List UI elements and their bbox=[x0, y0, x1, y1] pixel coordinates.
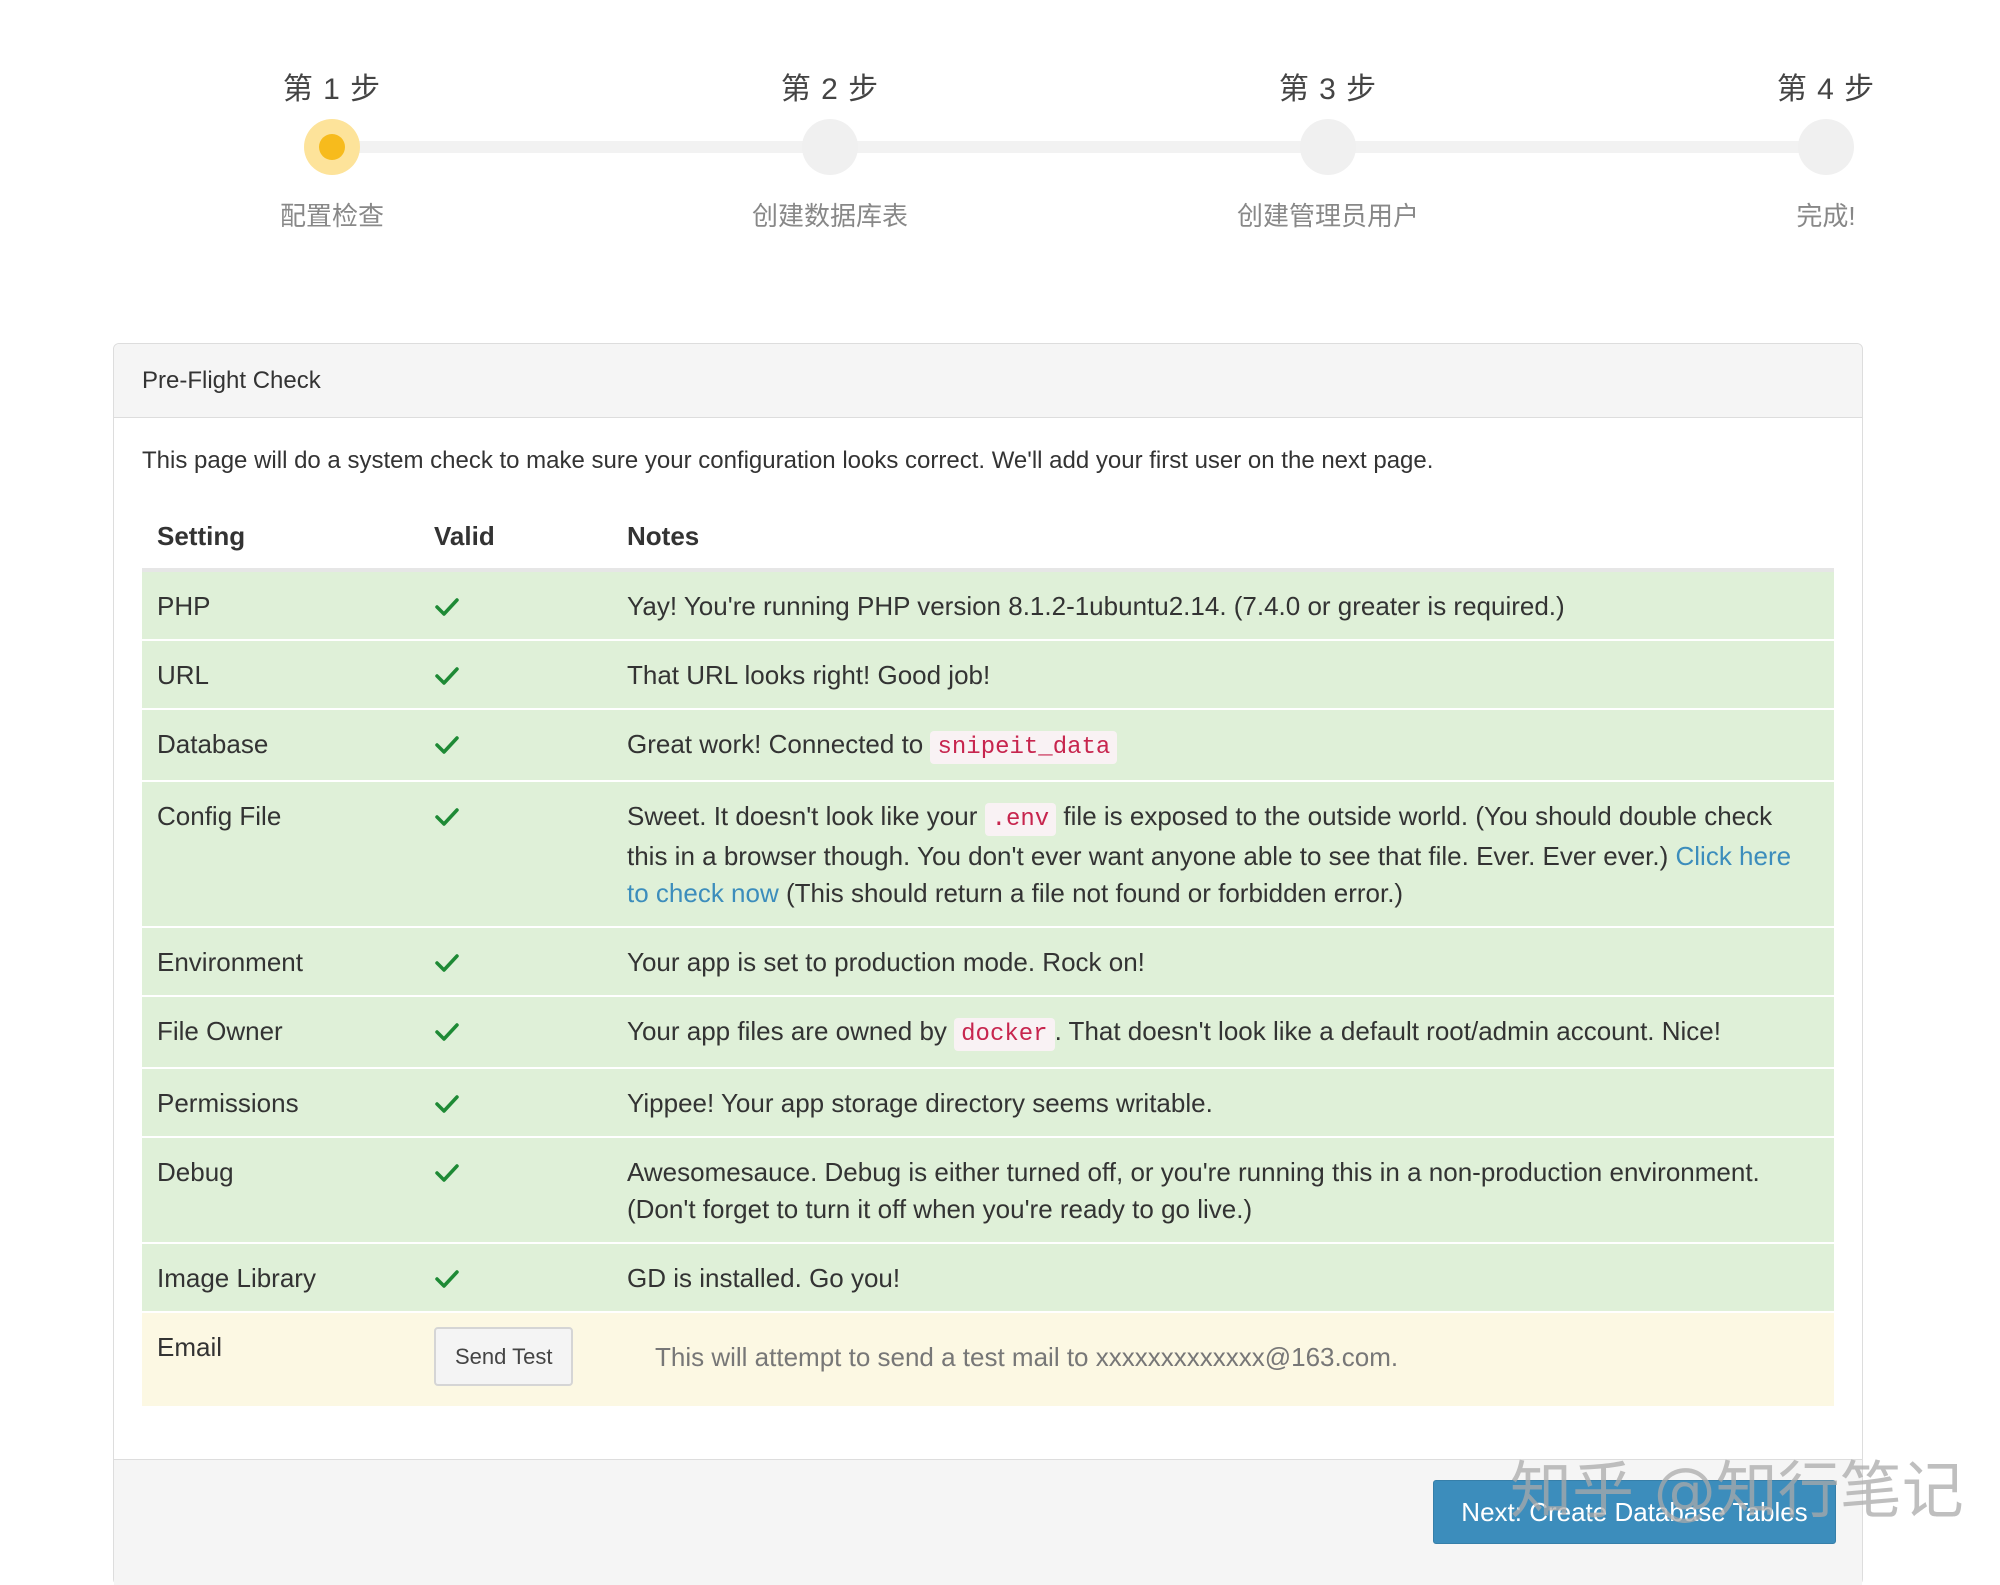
preflight-table: Setting Valid Notes PHP Yay! You're runn… bbox=[142, 504, 1834, 1406]
note-cell: Yay! You're running PHP version 8.1.2-1u… bbox=[612, 569, 1834, 640]
valid-cell bbox=[419, 708, 612, 781]
valid-cell bbox=[419, 780, 612, 927]
setting-cell: Config File bbox=[142, 780, 419, 927]
table-row: Environment Your app is set to productio… bbox=[142, 926, 1834, 996]
note-cell: GD is installed. Go you! bbox=[612, 1242, 1834, 1312]
valid-cell bbox=[419, 639, 612, 709]
note-text: (This should return a file not found or … bbox=[778, 878, 1404, 908]
intro-text: This page will do a system check to make… bbox=[142, 447, 1434, 474]
check-icon bbox=[435, 1095, 459, 1113]
table-row: File Owner Your app files are owned by d… bbox=[142, 995, 1834, 1068]
env-file-code: .env bbox=[984, 803, 1057, 836]
valid-cell bbox=[419, 926, 612, 996]
note-text: Your app files are owned by bbox=[627, 1016, 955, 1046]
column-header-notes: Notes bbox=[612, 504, 1834, 572]
setting-cell: Database bbox=[142, 708, 419, 781]
send-test-button[interactable]: Send Test bbox=[434, 1327, 574, 1386]
step-title: 第 2 步 bbox=[780, 73, 880, 106]
valid-cell bbox=[419, 1067, 612, 1137]
note-cell: Awesomesauce. Debug is either turned off… bbox=[612, 1136, 1834, 1243]
check-icon bbox=[435, 1270, 459, 1288]
email-note: This will attempt to send a test mail to… bbox=[655, 1342, 1399, 1372]
watermark: 知乎 @知行笔记 bbox=[1510, 1454, 1964, 1527]
step-label: 创建管理员用户 bbox=[1236, 201, 1419, 231]
note-cell: This will attempt to send a test mail to… bbox=[612, 1311, 1834, 1406]
panel-heading: Pre-Flight Check bbox=[114, 344, 1862, 418]
table-row: PHP Yay! You're running PHP version 8.1.… bbox=[142, 569, 1834, 640]
check-icon bbox=[435, 1164, 459, 1182]
stepper-track bbox=[332, 141, 1826, 153]
table-header-row: Setting Valid Notes bbox=[142, 504, 1834, 572]
column-header-valid: Valid bbox=[419, 504, 612, 572]
note-cell: Your app is set to production mode. Rock… bbox=[612, 926, 1834, 996]
note-text: . That doesn't look like a default root/… bbox=[1054, 1016, 1721, 1046]
valid-cell bbox=[419, 1242, 612, 1312]
setting-cell: Email bbox=[142, 1311, 419, 1406]
valid-cell bbox=[419, 995, 612, 1068]
check-icon bbox=[435, 808, 459, 826]
table-row: Image Library GD is installed. Go you! bbox=[142, 1242, 1834, 1312]
step-label: 完成! bbox=[1796, 201, 1856, 231]
table-row: Debug Awesomesauce. Debug is either turn… bbox=[142, 1136, 1834, 1243]
note-cell: Your app files are owned by docker. That… bbox=[612, 995, 1834, 1068]
setup-stepper: 第 1 步 配置检查 第 2 步 创建数据库表 第 3 步 创建管理员用户 第 … bbox=[0, 0, 2000, 260]
setting-cell: Image Library bbox=[142, 1242, 419, 1312]
check-icon bbox=[435, 1023, 459, 1041]
preflight-panel: Pre-Flight Check This page will do a sys… bbox=[113, 343, 1863, 1585]
note-text: Great work! Connected to bbox=[627, 729, 931, 759]
table-row-email: Email Send Test This will attempt to sen… bbox=[142, 1311, 1834, 1406]
note-cell: Yippee! Your app storage directory seems… bbox=[612, 1067, 1834, 1137]
note-cell: Sweet. It doesn't look like your .env fi… bbox=[612, 780, 1834, 927]
note-cell: Great work! Connected to snipeit_data bbox=[612, 708, 1834, 781]
check-icon bbox=[435, 667, 459, 685]
setting-cell: PHP bbox=[142, 569, 419, 640]
table-row: Database Great work! Connected to snipei… bbox=[142, 708, 1834, 781]
table-row: URL That URL looks right! Good job! bbox=[142, 639, 1834, 709]
step-dot bbox=[1798, 119, 1854, 175]
table-row: Config File Sweet. It doesn't look like … bbox=[142, 780, 1834, 927]
step-dot bbox=[802, 119, 858, 175]
step-dot bbox=[1300, 119, 1356, 175]
step-label: 创建数据库表 bbox=[751, 201, 908, 231]
column-header-setting: Setting bbox=[142, 504, 419, 572]
step-title: 第 3 步 bbox=[1278, 73, 1378, 106]
note-text: Sweet. It doesn't look like your bbox=[627, 801, 985, 831]
check-icon bbox=[435, 736, 459, 754]
database-name-code: snipeit_data bbox=[930, 731, 1118, 764]
step-title: 第 1 步 bbox=[282, 73, 382, 106]
setting-cell: Environment bbox=[142, 926, 419, 996]
setting-cell: Debug bbox=[142, 1136, 419, 1243]
check-icon bbox=[435, 598, 459, 616]
setting-cell: Permissions bbox=[142, 1067, 419, 1137]
step-title: 第 4 步 bbox=[1776, 73, 1876, 106]
step-dot-active bbox=[304, 119, 360, 175]
setting-cell: File Owner bbox=[142, 995, 419, 1068]
setting-cell: URL bbox=[142, 639, 419, 709]
valid-cell: Send Test bbox=[419, 1311, 612, 1406]
owner-code: docker bbox=[954, 1018, 1055, 1051]
active-dot-icon bbox=[319, 134, 345, 160]
table-row: Permissions Yippee! Your app storage dir… bbox=[142, 1067, 1834, 1137]
step-label: 配置检查 bbox=[279, 201, 384, 231]
valid-cell bbox=[419, 569, 612, 640]
check-icon bbox=[435, 954, 459, 972]
note-cell: That URL looks right! Good job! bbox=[612, 639, 1834, 709]
valid-cell bbox=[419, 1136, 612, 1243]
